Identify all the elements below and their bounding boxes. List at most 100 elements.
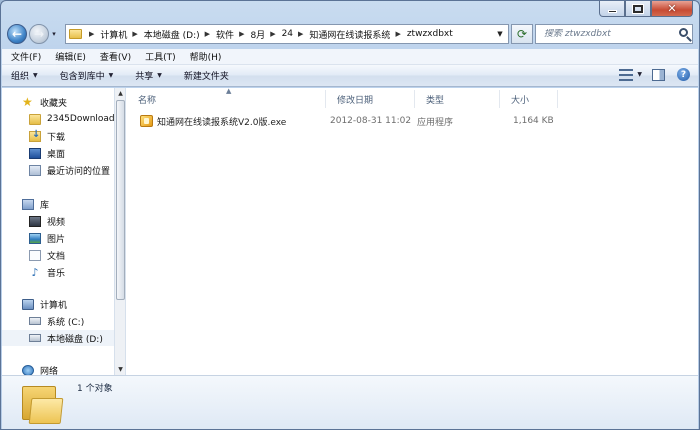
navigation-pane[interactable]: ★ 收藏夹 2345Downloads 下载 桌面 最近访问的位置 库 — [2, 88, 115, 375]
recent-places-icon — [29, 164, 41, 176]
breadcrumb-separator-icon[interactable]: ▶ — [89, 30, 94, 38]
refresh-button[interactable]: ⟳ — [511, 24, 533, 44]
column-header-type[interactable]: 类型 — [415, 90, 500, 108]
breadcrumb-reader-system[interactable]: 知通网在线读报系统 — [309, 28, 390, 41]
tree-label: 本地磁盘 (D:) — [47, 334, 103, 345]
tree-libraries[interactable]: 库 — [2, 196, 114, 212]
search-icon[interactable] — [679, 28, 688, 37]
breadcrumb-software[interactable]: 软件 — [216, 28, 234, 41]
tree-network[interactable]: 网络 — [2, 362, 114, 375]
drive-icon — [29, 334, 41, 342]
tree-label: 系统 (C:) — [47, 317, 85, 328]
tree-item-2345downloads[interactable]: 2345Downloads — [2, 111, 114, 127]
tree-label: 收藏夹 — [40, 98, 68, 109]
explorer-window: ✕ ← → ▾ ▶ 计算机 ▶ 本地磁盘 (D:) ▶ 软件 ▶ 8月 ▶ 24… — [0, 0, 700, 430]
explorer-body: ★ 收藏夹 2345Downloads 下载 桌面 最近访问的位置 库 — [2, 87, 698, 375]
address-bar[interactable]: ▶ 计算机 ▶ 本地磁盘 (D:) ▶ 软件 ▶ 8月 ▶ 24 ▶ 知通网在线… — [65, 24, 509, 44]
star-icon: ★ — [22, 94, 33, 109]
search-box[interactable] — [535, 24, 693, 44]
menu-help[interactable]: 帮助(H) — [190, 50, 222, 63]
view-dropdown-icon[interactable]: ▼ — [637, 71, 642, 78]
tree-label: 音乐 — [47, 268, 66, 279]
scroll-up-icon[interactable]: ▲ — [115, 88, 126, 99]
maximize-button[interactable] — [625, 1, 651, 17]
file-name: 知通网在线读报系统V2.0版.exe — [157, 117, 287, 128]
tree-item-documents[interactable]: 文档 — [2, 247, 114, 263]
organize-button[interactable]: 组织 ▼ — [11, 69, 38, 82]
new-folder-label: 新建文件夹 — [183, 72, 229, 82]
tree-label: 网络 — [40, 366, 59, 376]
tree-item-pictures[interactable]: 图片 — [2, 230, 114, 246]
tree-item-videos[interactable]: 视频 — [2, 213, 114, 229]
back-button[interactable]: ← — [7, 24, 27, 44]
close-button[interactable]: ✕ — [651, 1, 693, 17]
file-list[interactable]: ▲ 名称 修改日期 类型 大小 知通网在线读报系统V2.0版.exe 2012-… — [127, 87, 698, 375]
minimize-button[interactable] — [599, 1, 625, 17]
scrollbar-thumb[interactable] — [116, 100, 125, 300]
maximize-icon — [632, 3, 644, 14]
column-label: 名称 — [138, 95, 157, 106]
new-folder-button[interactable]: 新建文件夹 — [184, 69, 229, 82]
scroll-down-icon[interactable]: ▼ — [115, 364, 126, 375]
tree-item-drive-c[interactable]: 系统 (C:) — [2, 313, 114, 329]
tree-item-drive-d[interactable]: 本地磁盘 (D:) — [2, 330, 114, 346]
search-input[interactable] — [544, 29, 684, 39]
file-name-cell[interactable]: 知通网在线读报系统V2.0版.exe — [140, 113, 286, 129]
address-history-dropdown[interactable]: ▼ — [494, 25, 506, 43]
menu-edit[interactable]: 编辑(E) — [55, 50, 86, 63]
share-button[interactable]: 共享 ▼ — [135, 69, 162, 82]
downloads-folder-icon — [29, 129, 41, 142]
breadcrumb-separator-icon[interactable]: ▶ — [239, 30, 244, 38]
column-header-name[interactable]: 名称 — [127, 90, 326, 108]
menu-view[interactable]: 查看(V) — [100, 50, 131, 63]
menu-file[interactable]: 文件(F) — [11, 50, 41, 63]
tree-favorites[interactable]: ★ 收藏夹 — [2, 94, 114, 110]
breadcrumb-drive-d[interactable]: 本地磁盘 (D:) — [144, 28, 200, 41]
folder-icon — [20, 384, 64, 424]
breadcrumb-24[interactable]: 24 — [282, 29, 293, 39]
command-bar-right: ▼ ? — [619, 68, 690, 81]
application-icon — [140, 115, 153, 127]
breadcrumb-separator-icon[interactable]: ▶ — [395, 30, 400, 38]
column-headers: ▲ 名称 修改日期 类型 大小 — [127, 87, 698, 108]
network-icon — [22, 364, 34, 375]
refresh-icon: ⟳ — [516, 27, 528, 41]
video-icon — [29, 215, 41, 227]
tree-item-music[interactable]: ♪ 音乐 — [2, 264, 114, 280]
tree-label: 下载 — [47, 132, 66, 143]
item-count: 1 个对象 — [77, 384, 113, 394]
pictures-icon — [29, 232, 41, 244]
table-row[interactable]: 知通网在线读报系统V2.0版.exe 2012-08-31 11:02 应用程序… — [129, 113, 569, 129]
tree-label: 桌面 — [47, 149, 66, 160]
tree-item-desktop[interactable]: 桌面 — [2, 145, 114, 161]
tree-label: 图片 — [47, 234, 66, 245]
recent-pages-dropdown[interactable]: ▾ — [49, 30, 59, 38]
view-options-icon[interactable] — [619, 68, 634, 81]
navigation-pane-scrollbar[interactable]: ▲ ▼ — [115, 88, 126, 375]
help-icon[interactable]: ? — [677, 68, 690, 81]
breadcrumb-computer[interactable]: 计算机 — [100, 28, 127, 41]
forward-button[interactable]: → — [29, 24, 49, 44]
tree-item-recent-places[interactable]: 最近访问的位置 — [2, 162, 114, 178]
tree-item-downloads[interactable]: 下载 — [2, 128, 114, 144]
computer-icon — [22, 298, 34, 310]
breadcrumb-august[interactable]: 8月 — [250, 28, 265, 41]
file-type: 应用程序 — [417, 117, 454, 128]
tree-computer[interactable]: 计算机 — [2, 296, 114, 312]
libraries-icon — [22, 198, 34, 210]
menu-tools[interactable]: 工具(T) — [145, 50, 176, 63]
breadcrumb-separator-icon[interactable]: ▶ — [132, 30, 137, 38]
column-header-size[interactable]: 大小 — [500, 90, 558, 108]
breadcrumb-separator-icon[interactable]: ▶ — [205, 30, 210, 38]
tree-label: 文档 — [47, 251, 66, 262]
include-in-library-button[interactable]: 包含到库中 ▼ — [60, 69, 114, 82]
menu-bar: 文件(F) 编辑(E) 查看(V) 工具(T) 帮助(H) — [2, 49, 698, 65]
preview-pane-icon[interactable] — [652, 68, 665, 81]
tree-label: 2345Downloads — [47, 114, 115, 124]
system-drive-icon — [29, 317, 41, 325]
column-header-modified[interactable]: 修改日期 — [326, 90, 415, 108]
breadcrumb-current-folder[interactable]: ztwzxdbxt — [407, 29, 453, 39]
back-arrow-icon: ← — [11, 27, 23, 41]
breadcrumb-separator-icon[interactable]: ▶ — [298, 30, 303, 38]
breadcrumb-separator-icon[interactable]: ▶ — [270, 30, 275, 38]
